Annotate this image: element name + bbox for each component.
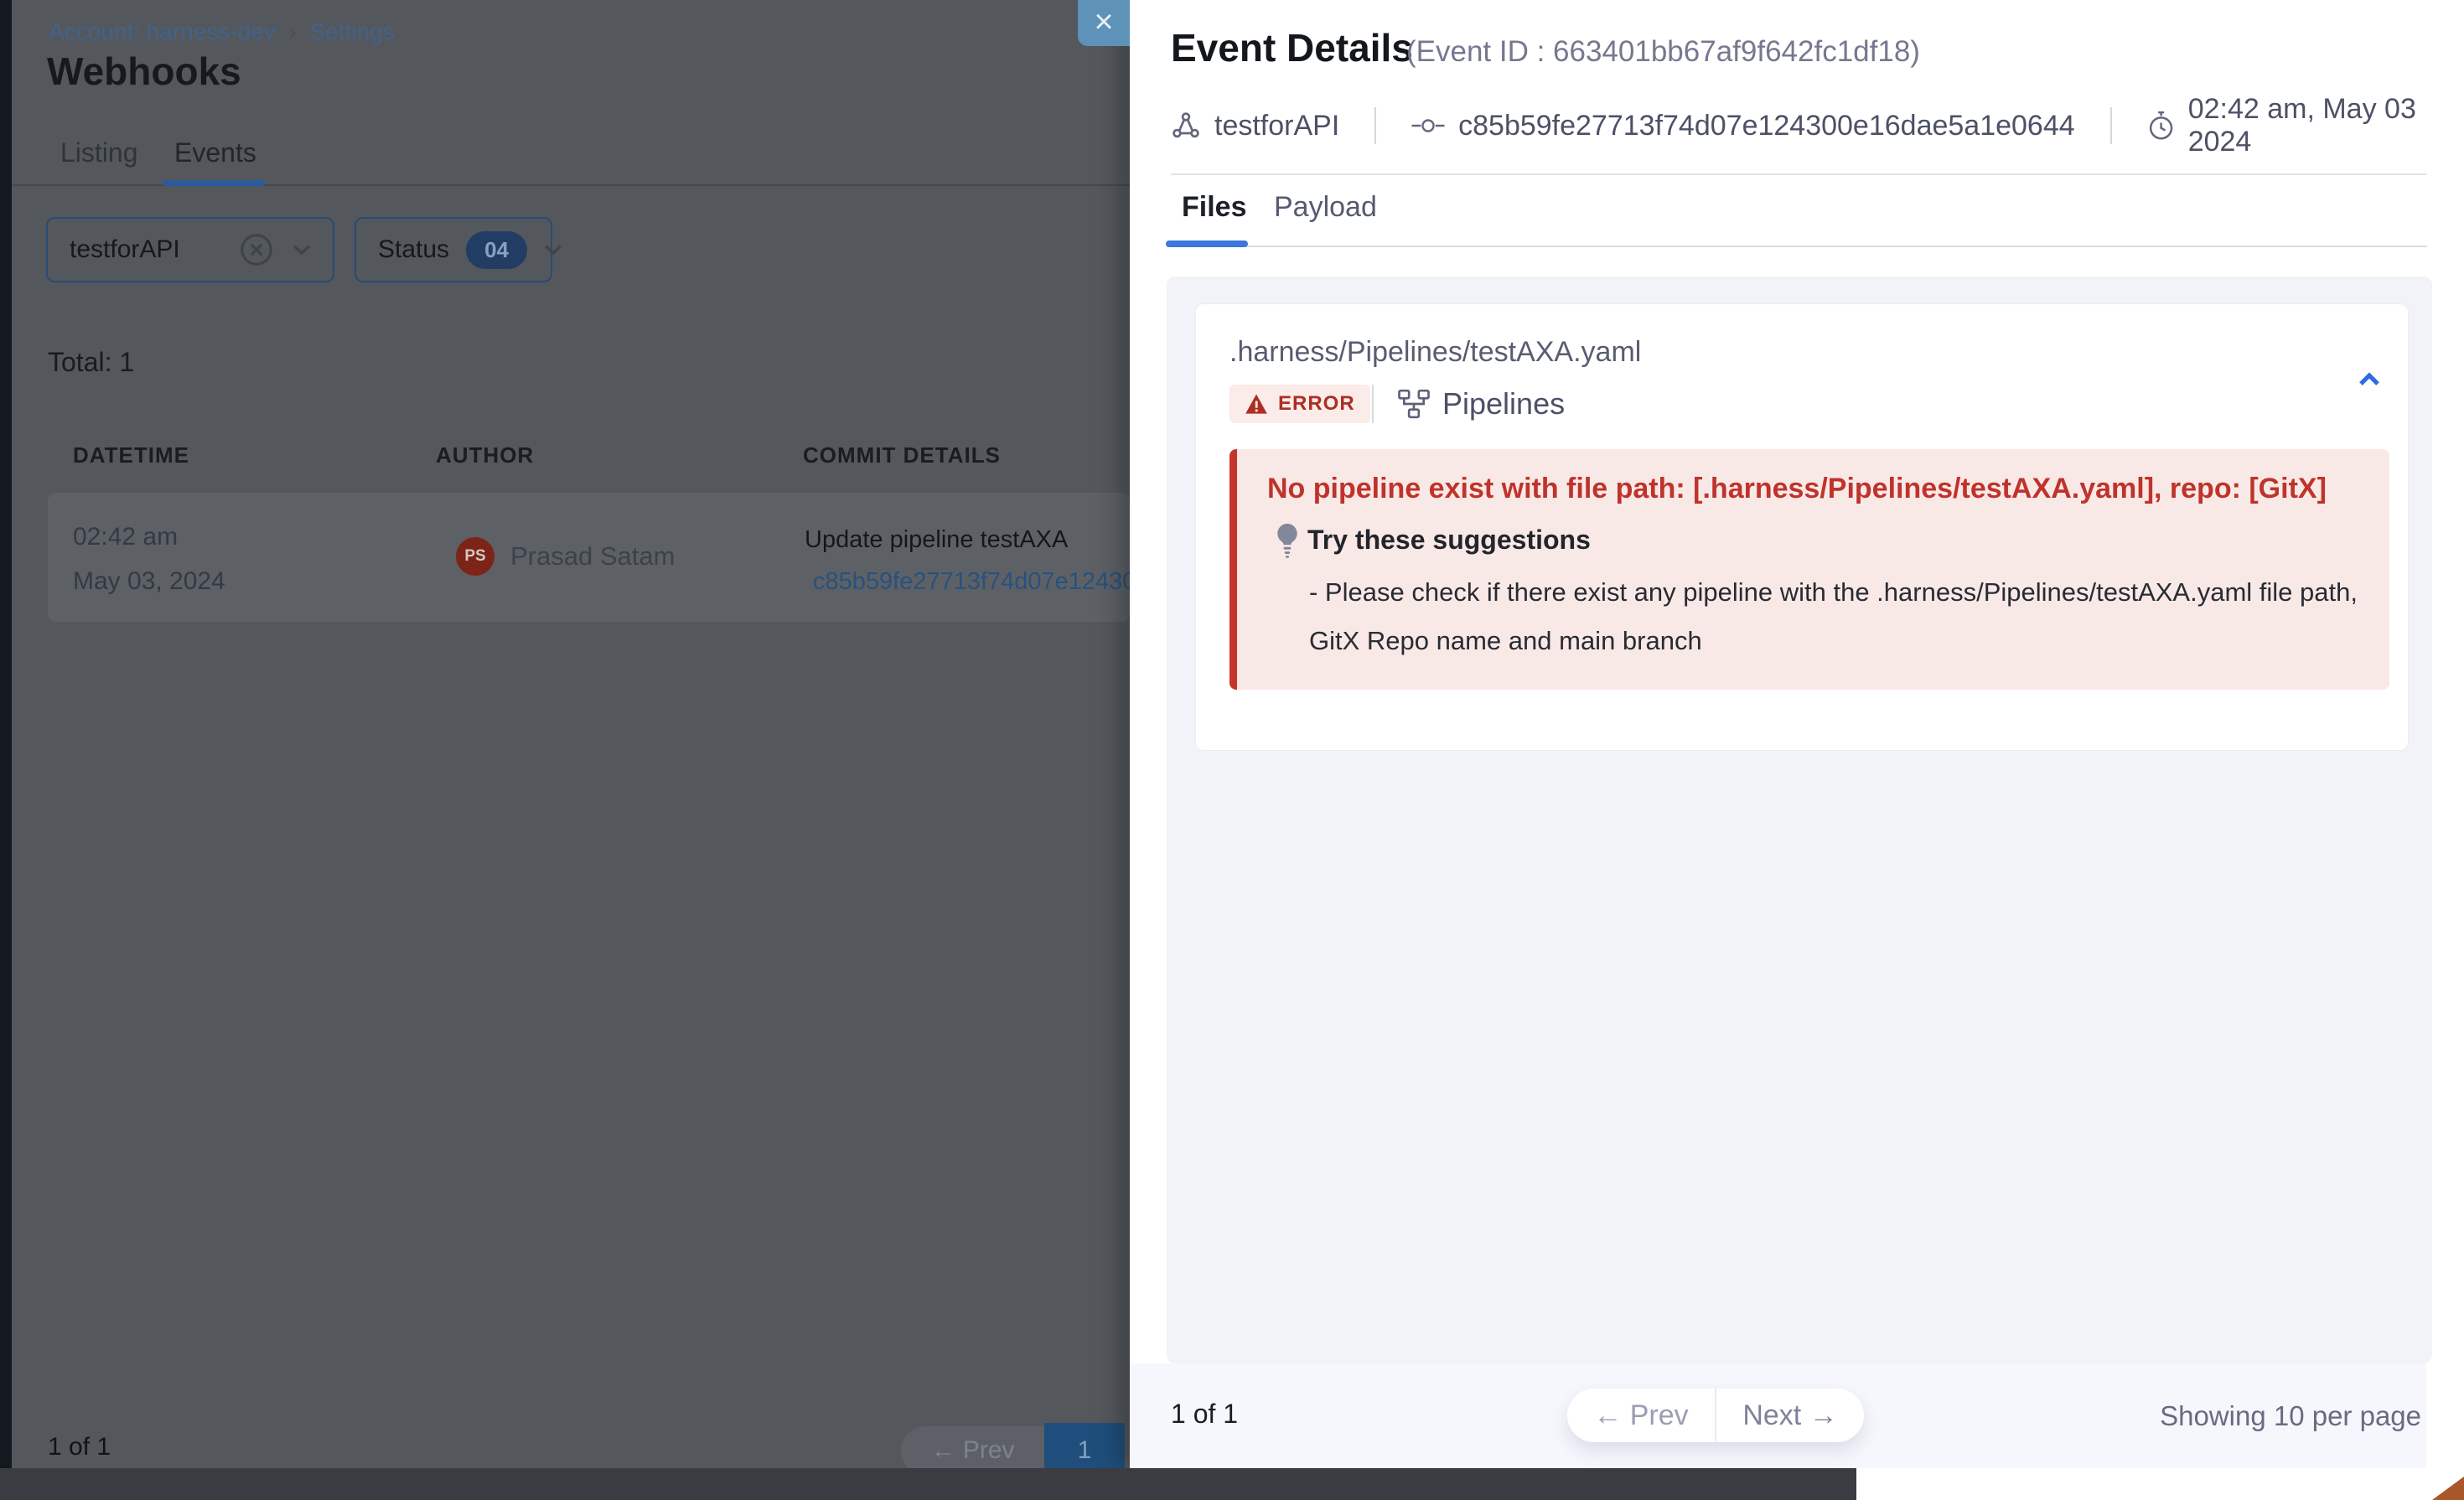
meta-webhook: testforAPI xyxy=(1171,110,1339,142)
page-title: Webhooks xyxy=(47,49,241,94)
commit-message: Update pipeline testAXA xyxy=(805,526,1068,554)
chevron-up-icon xyxy=(2349,359,2389,400)
column-header-commit-details: COMMIT DETAILS xyxy=(803,442,1001,468)
commit-icon xyxy=(1411,115,1445,137)
pipelines-icon xyxy=(1397,387,1431,421)
status-count-badge: 04 xyxy=(466,231,527,269)
clock-icon xyxy=(2147,110,2175,142)
error-message-box: No pipeline exist with file path: [.harn… xyxy=(1229,449,2389,690)
drawer-title: Event Details xyxy=(1171,25,1413,70)
close-drawer-button[interactable]: × xyxy=(1078,0,1130,46)
drawer-footer: 1 of 1 ← Prev Next → Showing 10 per page xyxy=(1130,1363,2426,1468)
webhook-icon xyxy=(1171,111,1201,141)
warning-icon xyxy=(1245,393,1268,415)
drawer-prev-button[interactable]: ← Prev xyxy=(1567,1389,1715,1442)
badge-divider xyxy=(1372,385,1374,423)
tab-files[interactable]: Files xyxy=(1182,191,1246,224)
table-row[interactable]: 02:42 am May 03, 2024 PS Prasad Satam Up… xyxy=(48,493,1130,622)
tab-files-active-underline xyxy=(1166,241,1248,247)
meta-divider xyxy=(2110,107,2112,144)
drawer-next-button[interactable]: Next → xyxy=(1716,1389,1864,1442)
entity-type: Pipelines xyxy=(1397,385,1565,423)
chevron-down-icon xyxy=(539,235,567,264)
pagination-summary: 1 of 1 xyxy=(48,1433,111,1461)
author-name: Prasad Satam xyxy=(510,541,675,572)
lightbulb-icon xyxy=(1272,521,1302,558)
error-title: No pipeline exist with file path: [.harn… xyxy=(1267,473,2327,505)
webhook-filter-value: testforAPI xyxy=(70,235,237,264)
bottom-dark-band xyxy=(0,1468,1856,1500)
tab-listing[interactable]: Listing xyxy=(60,137,138,168)
meta-commit: c85b59fe27713f74d07e124300e16dae5a1e0644 xyxy=(1411,110,2075,142)
event-meta-row: testforAPI c85b59fe27713f74d07e124300e16… xyxy=(1171,106,2464,146)
meta-divider xyxy=(1374,107,1376,144)
status-badge-label: ERROR xyxy=(1278,392,1355,416)
commit-link-row: c85b59fe27713f74d07e124300e16dae5a1e0644 xyxy=(805,568,1140,596)
chevron-down-icon xyxy=(287,235,316,264)
bottom-corner-logo-fragment xyxy=(2432,1477,2464,1500)
panel-tabbar-divider xyxy=(1167,246,2427,247)
collapse-card-button[interactable] xyxy=(2349,359,2389,400)
clear-filter-icon[interactable] xyxy=(237,230,276,269)
status-badge: ERROR xyxy=(1229,385,1370,423)
event-time: 02:42 am xyxy=(73,523,178,551)
breadcrumb: Account: harness-dev › Settings xyxy=(49,18,395,45)
entity-type-label: Pipelines xyxy=(1442,386,1565,422)
column-header-datetime: DATETIME xyxy=(73,442,189,468)
status-filter-dropdown[interactable]: Status 04 xyxy=(355,217,552,282)
files-tab-content: .harness/Pipelines/testAXA.yaml ERROR xyxy=(1167,277,2432,1363)
event-details-drawer: Event Details (Event ID : 663401bb67af9f… xyxy=(1130,0,2464,1468)
drawer-pagination-summary: 1 of 1 xyxy=(1171,1399,1238,1430)
left-nav-edge xyxy=(0,0,12,1472)
tab-payload[interactable]: Payload xyxy=(1274,191,1377,224)
header-divider xyxy=(1171,173,2426,175)
tab-events[interactable]: Events xyxy=(174,137,256,168)
meta-webhook-name: testforAPI xyxy=(1214,110,1339,142)
status-filter-label: Status xyxy=(378,235,449,264)
bottom-light-band xyxy=(1856,1468,2464,1500)
column-header-author: AUTHOR xyxy=(436,442,534,468)
meta-time: 02:42 am, May 03 2024 xyxy=(2147,93,2464,158)
close-icon: × xyxy=(1094,1,1113,43)
avatar: PS xyxy=(456,537,494,576)
webhook-filter-dropdown[interactable]: testforAPI xyxy=(46,217,334,282)
file-path: .harness/Pipelines/testAXA.yaml xyxy=(1229,336,1641,369)
suggestions-title: Try these suggestions xyxy=(1307,525,1591,556)
breadcrumb-account-link[interactable]: Account: harness-dev xyxy=(49,18,276,45)
event-date: May 03, 2024 xyxy=(73,567,225,596)
tab-events-active-underline xyxy=(163,180,265,186)
meta-commit-hash: c85b59fe27713f74d07e124300e16dae5a1e0644 xyxy=(1458,110,2075,142)
commit-hash-link[interactable]: c85b59fe27713f74d07e124300e16dae5a1e0644 xyxy=(813,568,1140,596)
event-id: (Event ID : 663401bb67af9f642fc1df18) xyxy=(1406,35,1920,69)
breadcrumb-chevron-icon: › xyxy=(289,19,297,45)
suggestions-text: - Please check if there exist any pipeli… xyxy=(1309,568,2390,665)
drawer-pagination-controls: ← Prev Next → xyxy=(1567,1389,1864,1442)
screen: Account: harness-dev › Settings Webhooks… xyxy=(0,0,2464,1500)
total-count: Total: 1 xyxy=(48,347,134,378)
file-result-card: .harness/Pipelines/testAXA.yaml ERROR xyxy=(1195,303,2409,751)
breadcrumb-settings-link[interactable]: Settings xyxy=(309,18,394,45)
meta-time-value: 02:42 am, May 03 2024 xyxy=(2188,93,2464,158)
per-page-indicator: Showing 10 per page xyxy=(2160,1400,2421,1432)
